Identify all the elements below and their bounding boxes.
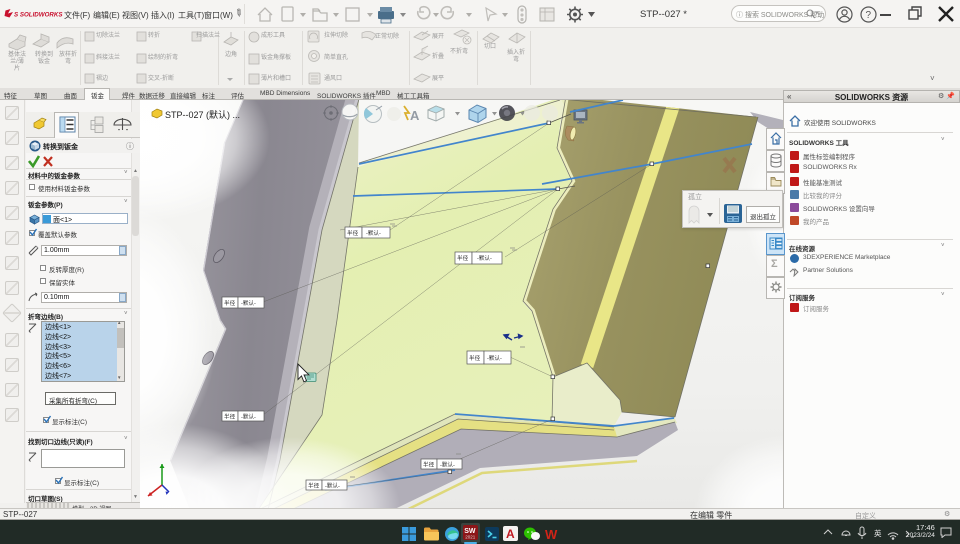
svg-text:2021: 2021	[465, 535, 476, 540]
svg-text:W: W	[545, 527, 558, 541]
svg-text:A: A	[506, 527, 515, 541]
svg-text:-默认-: -默认-	[477, 254, 492, 262]
svg-text:S SOLIDWORKS: S SOLIDWORKS	[14, 12, 63, 19]
svg-text:-默认-: -默认-	[241, 413, 256, 421]
svg-text:半径: 半径	[469, 354, 481, 362]
svg-text:半径: 半径	[308, 482, 320, 490]
svg-text:半径: 半径	[347, 229, 359, 237]
svg-text:A: A	[410, 108, 420, 123]
svg-text:半径: 半径	[457, 254, 469, 262]
svg-text:?: ?	[866, 10, 872, 21]
svg-text:英: 英	[874, 528, 882, 538]
svg-text:-默认-: -默认-	[241, 299, 256, 307]
svg-text:-默认-: -默认-	[325, 482, 340, 490]
svg-text:半径: 半径	[423, 461, 435, 469]
svg-text:-默认-: -默认-	[440, 461, 455, 469]
svg-text:-默认-: -默认-	[487, 354, 502, 362]
svg-text:STP--027 (默认) ...: STP--027 (默认) ...	[165, 109, 240, 120]
svg-text:-默认-: -默认-	[366, 229, 381, 237]
svg-text:半径: 半径	[224, 299, 236, 307]
svg-text:半径: 半径	[224, 413, 236, 421]
